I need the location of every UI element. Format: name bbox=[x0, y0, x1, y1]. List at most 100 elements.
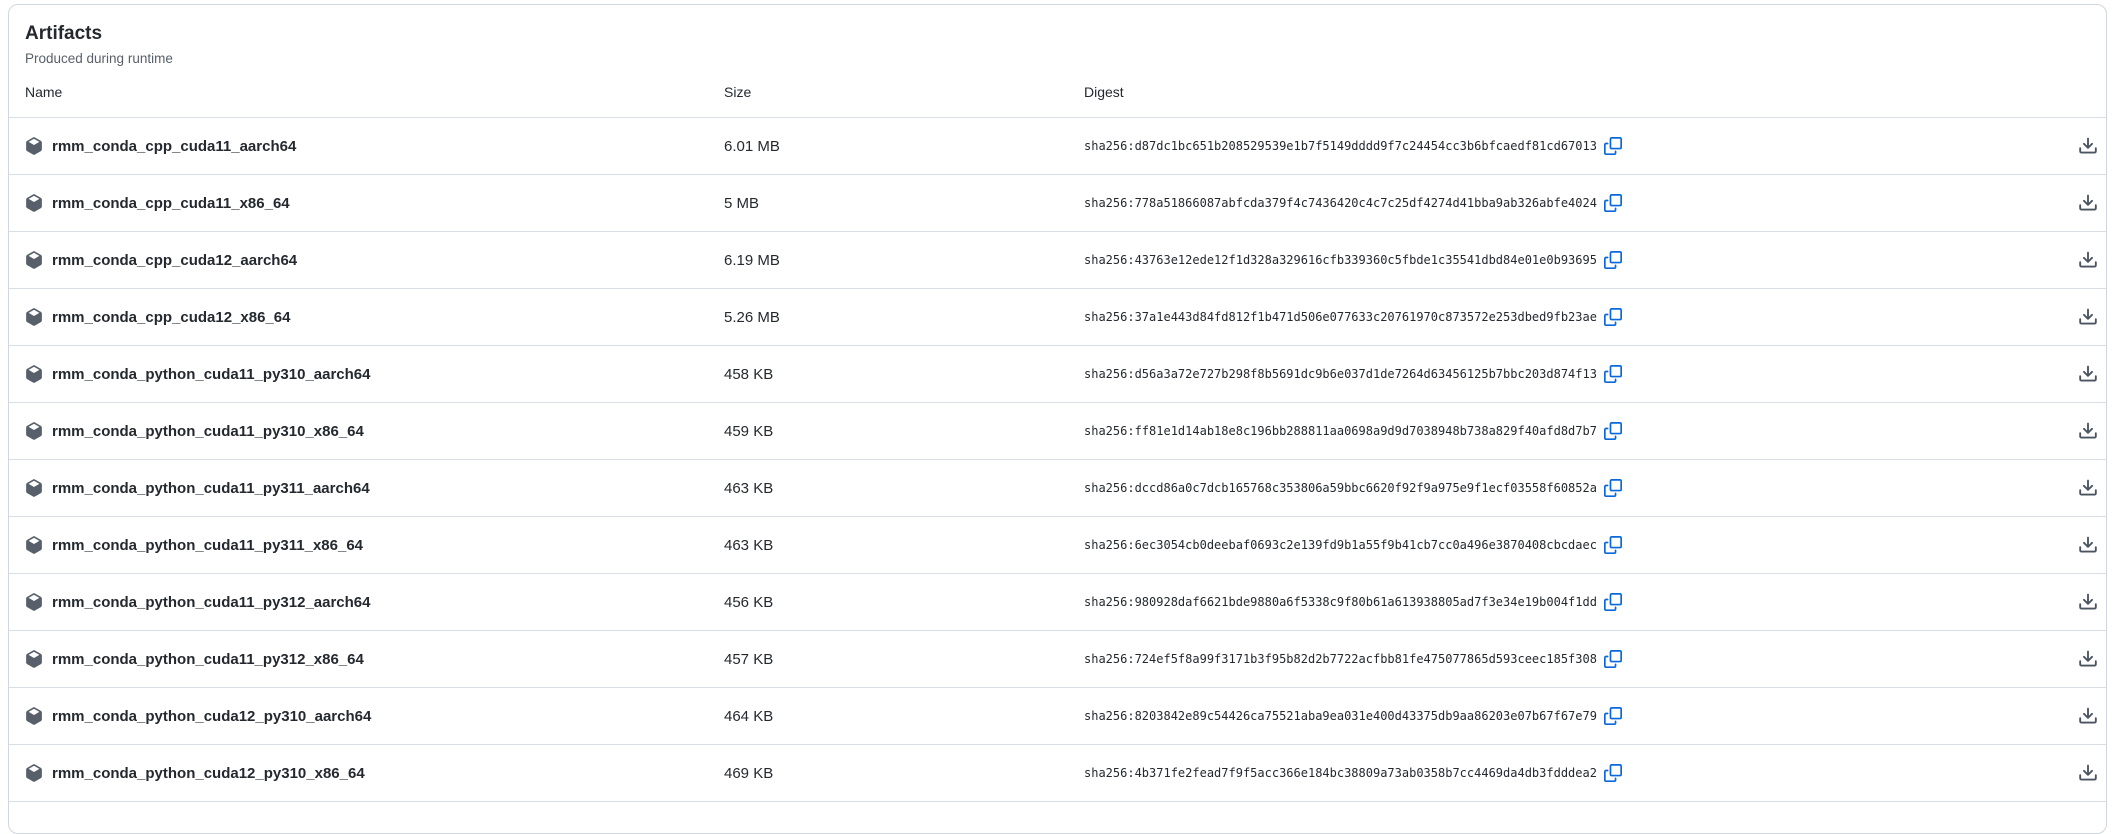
copy-icon bbox=[1604, 308, 1622, 326]
copy-digest-button[interactable] bbox=[1604, 707, 1622, 725]
copy-icon bbox=[1604, 251, 1622, 269]
artifact-size: 459 KB bbox=[724, 423, 1084, 440]
download-artifact-button[interactable] bbox=[2078, 535, 2098, 555]
artifact-digest: sha256:980928daf6621bde9880a6f5338c9f80b… bbox=[1084, 595, 1597, 609]
artifact-digest-cell: sha256:6ec3054cb0deebaf0693c2e139fd9b1a5… bbox=[1084, 536, 2070, 554]
artifact-name: rmm_conda_cpp_cuda11_aarch64 bbox=[52, 138, 296, 155]
download-artifact-button[interactable] bbox=[2078, 250, 2098, 270]
artifact-name: rmm_conda_python_cuda11_py310_aarch64 bbox=[52, 366, 371, 383]
artifact-name: rmm_conda_cpp_cuda12_aarch64 bbox=[52, 252, 297, 269]
copy-digest-button[interactable] bbox=[1604, 536, 1622, 554]
download-artifact-button[interactable] bbox=[2078, 307, 2098, 327]
copy-digest-button[interactable] bbox=[1604, 137, 1622, 155]
package-icon bbox=[25, 593, 43, 611]
download-icon bbox=[2078, 307, 2098, 327]
artifact-digest-cell: sha256:d87dc1bc651b208529539e1b7f5149ddd… bbox=[1084, 137, 2070, 155]
page-title: Artifacts bbox=[25, 21, 2090, 47]
table-row: rmm_conda_python_cuda11_py312_aarch64 45… bbox=[9, 574, 2106, 631]
artifact-digest: sha256:d56a3a72e727b298f8b5691dc9b6e037d… bbox=[1084, 367, 1597, 381]
download-icon bbox=[2078, 364, 2098, 384]
copy-digest-button[interactable] bbox=[1604, 365, 1622, 383]
artifact-digest-cell: sha256:dccd86a0c7dcb165768c353806a59bbc6… bbox=[1084, 479, 2070, 497]
artifact-name-cell: rmm_conda_python_cuda12_py310_x86_64 bbox=[25, 764, 724, 782]
artifact-digest-cell: sha256:43763e12ede12f1d328a329616cfb3393… bbox=[1084, 251, 2070, 269]
card-header: Artifacts Produced during runtime bbox=[9, 5, 2106, 67]
artifact-name: rmm_conda_python_cuda12_py310_x86_64 bbox=[52, 765, 365, 782]
column-header-name: Name bbox=[25, 84, 724, 100]
copy-digest-button[interactable] bbox=[1604, 308, 1622, 326]
download-artifact-button[interactable] bbox=[2078, 592, 2098, 612]
package-icon bbox=[25, 194, 43, 212]
artifact-name-cell: rmm_conda_python_cuda11_py310_x86_64 bbox=[25, 422, 724, 440]
copy-icon bbox=[1604, 194, 1622, 212]
artifact-name-cell: rmm_conda_cpp_cuda11_aarch64 bbox=[25, 137, 724, 155]
page-subtitle: Produced during runtime bbox=[25, 50, 2090, 68]
copy-digest-button[interactable] bbox=[1604, 764, 1622, 782]
artifact-digest: sha256:778a51866087abfcda379f4c7436420c4… bbox=[1084, 196, 1597, 210]
download-icon bbox=[2078, 763, 2098, 783]
package-icon bbox=[25, 308, 43, 326]
copy-icon bbox=[1604, 422, 1622, 440]
package-icon bbox=[25, 365, 43, 383]
download-icon bbox=[2078, 706, 2098, 726]
download-artifact-button[interactable] bbox=[2078, 364, 2098, 384]
copy-icon bbox=[1604, 764, 1622, 782]
artifact-name: rmm_conda_python_cuda11_py312_aarch64 bbox=[52, 594, 371, 611]
copy-icon bbox=[1604, 650, 1622, 668]
download-artifact-button[interactable] bbox=[2078, 478, 2098, 498]
download-artifact-button[interactable] bbox=[2078, 421, 2098, 441]
table-row: rmm_conda_cpp_cuda11_x86_64 5 MB sha256:… bbox=[9, 175, 2106, 232]
artifact-actions-cell bbox=[2070, 592, 2098, 612]
artifact-list: rmm_conda_cpp_cuda11_aarch64 6.01 MB sha… bbox=[9, 118, 2106, 802]
artifact-digest-cell: sha256:4b371fe2fead7f9f5acc366e184bc3880… bbox=[1084, 764, 2070, 782]
copy-digest-button[interactable] bbox=[1604, 251, 1622, 269]
download-artifact-button[interactable] bbox=[2078, 193, 2098, 213]
artifact-digest: sha256:6ec3054cb0deebaf0693c2e139fd9b1a5… bbox=[1084, 538, 1597, 552]
download-icon bbox=[2078, 592, 2098, 612]
artifact-size: 469 KB bbox=[724, 765, 1084, 782]
copy-digest-button[interactable] bbox=[1604, 593, 1622, 611]
artifact-size: 6.01 MB bbox=[724, 138, 1084, 155]
package-icon bbox=[25, 764, 43, 782]
table-row: rmm_conda_cpp_cuda12_aarch64 6.19 MB sha… bbox=[9, 232, 2106, 289]
artifact-size: 463 KB bbox=[724, 480, 1084, 497]
package-icon bbox=[25, 536, 43, 554]
table-row: rmm_conda_python_cuda12_py310_aarch64 46… bbox=[9, 688, 2106, 745]
artifact-name: rmm_conda_python_cuda11_py311_x86_64 bbox=[52, 537, 363, 554]
artifact-actions-cell bbox=[2070, 136, 2098, 156]
table-row: rmm_conda_python_cuda11_py312_x86_64 457… bbox=[9, 631, 2106, 688]
artifact-digest: sha256:4b371fe2fead7f9f5acc366e184bc3880… bbox=[1084, 766, 1597, 780]
download-icon bbox=[2078, 421, 2098, 441]
artifact-digest-cell: sha256:d56a3a72e727b298f8b5691dc9b6e037d… bbox=[1084, 365, 2070, 383]
artifact-name: rmm_conda_python_cuda12_py310_aarch64 bbox=[52, 708, 371, 725]
copy-digest-button[interactable] bbox=[1604, 194, 1622, 212]
artifact-name: rmm_conda_cpp_cuda11_x86_64 bbox=[52, 195, 290, 212]
artifact-size: 463 KB bbox=[724, 537, 1084, 554]
table-row: rmm_conda_python_cuda11_py310_aarch64 45… bbox=[9, 346, 2106, 403]
download-artifact-button[interactable] bbox=[2078, 706, 2098, 726]
copy-icon bbox=[1604, 479, 1622, 497]
artifact-size: 5 MB bbox=[724, 195, 1084, 212]
copy-digest-button[interactable] bbox=[1604, 650, 1622, 668]
artifact-actions-cell bbox=[2070, 649, 2098, 669]
artifact-digest-cell: sha256:724ef5f8a99f3171b3f95b82d2b7722ac… bbox=[1084, 650, 2070, 668]
copy-digest-button[interactable] bbox=[1604, 422, 1622, 440]
download-icon bbox=[2078, 136, 2098, 156]
artifact-name-cell: rmm_conda_python_cuda11_py312_aarch64 bbox=[25, 593, 724, 611]
artifact-digest-cell: sha256:8203842e89c54426ca75521aba9ea031e… bbox=[1084, 707, 2070, 725]
download-artifact-button[interactable] bbox=[2078, 649, 2098, 669]
artifact-digest: sha256:43763e12ede12f1d328a329616cfb3393… bbox=[1084, 253, 1597, 267]
download-icon bbox=[2078, 193, 2098, 213]
download-artifact-button[interactable] bbox=[2078, 763, 2098, 783]
table-row: rmm_conda_cpp_cuda12_x86_64 5.26 MB sha2… bbox=[9, 289, 2106, 346]
table-row: rmm_conda_python_cuda12_py310_x86_64 469… bbox=[9, 745, 2106, 802]
download-artifact-button[interactable] bbox=[2078, 136, 2098, 156]
download-icon bbox=[2078, 478, 2098, 498]
artifact-name-cell: rmm_conda_python_cuda11_py312_x86_64 bbox=[25, 650, 724, 668]
artifact-digest-cell: sha256:778a51866087abfcda379f4c7436420c4… bbox=[1084, 194, 2070, 212]
copy-icon bbox=[1604, 365, 1622, 383]
artifact-actions-cell bbox=[2070, 763, 2098, 783]
copy-digest-button[interactable] bbox=[1604, 479, 1622, 497]
artifact-digest: sha256:dccd86a0c7dcb165768c353806a59bbc6… bbox=[1084, 481, 1597, 495]
artifact-digest: sha256:ff81e1d14ab18e8c196bb288811aa0698… bbox=[1084, 424, 1597, 438]
